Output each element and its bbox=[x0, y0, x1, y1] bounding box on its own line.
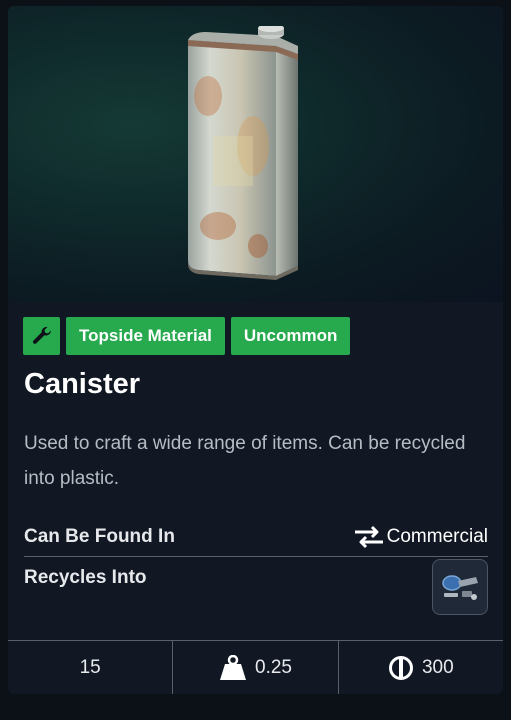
stats-footer: 15 0.25 300 bbox=[8, 640, 503, 694]
item-card: Topside Material Uncommon Canister Used … bbox=[8, 6, 503, 694]
coin-icon bbox=[388, 656, 413, 680]
value-amount: 300 bbox=[421, 657, 454, 678]
plastic-parts-icon[interactable] bbox=[432, 559, 488, 615]
weight-cell: 0.25 bbox=[172, 641, 337, 694]
tag-row: Topside Material Uncommon bbox=[23, 317, 351, 355]
canister-image bbox=[188, 26, 298, 280]
found-in-row: Can Be Found In Commercial bbox=[24, 518, 488, 557]
item-title: Canister bbox=[24, 368, 141, 400]
type-tag: Topside Material bbox=[66, 317, 225, 355]
weight-value: 0.25 bbox=[255, 657, 292, 678]
value-cell: 300 bbox=[337, 641, 503, 694]
weight-icon bbox=[220, 655, 246, 680]
wrench-icon bbox=[23, 317, 60, 355]
item-image-panel bbox=[8, 6, 503, 302]
rarity-tag: Uncommon bbox=[230, 317, 351, 355]
stack-size-cell: 15 bbox=[8, 641, 172, 694]
recycles-into-row: Recycles Into bbox=[24, 559, 488, 619]
found-in-location: Commercial bbox=[386, 526, 488, 547]
item-description: Used to craft a wide range of items. Can… bbox=[24, 433, 466, 489]
found-in-label: Can Be Found In bbox=[24, 526, 175, 547]
stack-size-value: 15 bbox=[79, 657, 101, 678]
swap-arrows-icon bbox=[354, 525, 383, 549]
recycles-into-label: Recycles Into bbox=[24, 567, 147, 588]
found-in-value[interactable]: Commercial bbox=[353, 524, 488, 550]
